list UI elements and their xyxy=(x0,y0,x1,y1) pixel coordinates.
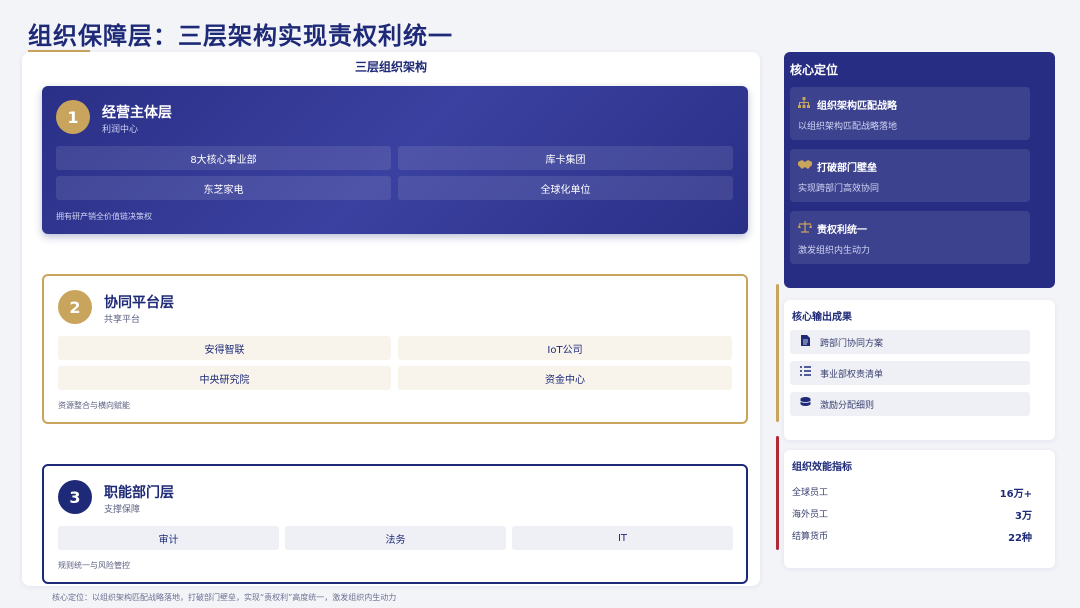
layer-operating: 1 经营主体层 利润中心 8大核心事业部 库卡集团 东芝家电 全球化单位 拥有研… xyxy=(42,86,748,234)
unit-cell: 库卡集团 xyxy=(398,146,733,170)
unit-cell: 审计 xyxy=(58,526,279,550)
output-item: 跨部门协同方案 xyxy=(790,330,1030,354)
coins-icon xyxy=(798,397,812,410)
unit-cell: 资金中心 xyxy=(398,366,732,390)
balance-scale-icon xyxy=(798,221,814,236)
page-title: 组织保障层：三层架构实现责权利统一 xyxy=(28,22,453,50)
metric-label: 结算货币 xyxy=(792,532,829,542)
metric-label: 海外员工 xyxy=(792,510,829,520)
positioning-item-desc: 以组织架构匹配战略落地 xyxy=(798,122,898,132)
layer-functional: 3 职能部门层 支撑保障 审计 法务 IT 规则统一与风险管控 xyxy=(42,464,748,584)
layer-number-badge: 3 xyxy=(58,480,92,514)
positioning-title: 核心定位 xyxy=(790,63,839,77)
layer-name: 协同平台层 xyxy=(104,295,174,311)
metric-value: 16万+ xyxy=(999,489,1032,500)
layer-subtitle: 共享平台 xyxy=(104,315,141,325)
positioning-item-desc: 激发组织内生动力 xyxy=(798,246,871,256)
document-icon xyxy=(798,335,812,349)
output-label: 跨部门协同方案 xyxy=(820,339,884,349)
unit-cell: 全球化单位 xyxy=(398,176,733,200)
handshake-icon xyxy=(798,159,814,173)
unit-cell: IoT公司 xyxy=(398,336,732,360)
outputs-card: 核心输出成果 跨部门协同方案 事业部权责清单 激励分配细则 xyxy=(784,300,1055,440)
unit-cell: 东芝家电 xyxy=(56,176,391,200)
metric-row: 海外员工 3万 xyxy=(792,507,1032,523)
metrics-accent-bar xyxy=(776,436,779,550)
positioning-item-title: 打破部门壁垒 xyxy=(817,163,877,174)
checklist-icon xyxy=(798,366,812,379)
layer-note: 规则统一与风险管控 xyxy=(58,561,130,570)
unit-cell: IT xyxy=(512,526,733,550)
unit-cell: 安得智联 xyxy=(58,336,391,360)
output-item: 激励分配细则 xyxy=(790,392,1030,416)
output-label: 激励分配细则 xyxy=(820,401,875,411)
metrics-card: 组织效能指标 全球员工 16万+ 海外员工 3万 结算货币 22种 xyxy=(784,450,1055,568)
unit-cell: 法务 xyxy=(285,526,506,550)
positioning-card: 核心定位 组织架构匹配战略 以组织架构匹配战略落地 打破部门壁垒 实现跨部门高效… xyxy=(784,52,1055,288)
layer-platform: 2 协同平台层 共享平台 安得智联 IoT公司 中央研究院 资金中心 资源整合与… xyxy=(42,274,748,424)
unit-cell: 中央研究院 xyxy=(58,366,391,390)
layer-name: 经营主体层 xyxy=(102,105,172,121)
positioning-item: 打破部门壁垒 实现跨部门高效协同 xyxy=(790,149,1030,202)
positioning-item: 组织架构匹配战略 以组织架构匹配战略落地 xyxy=(790,87,1030,140)
footer-note: 核心定位：以组织架构匹配战略落地，打破部门壁垒，实现“责权利”高度统一，激发组织… xyxy=(52,593,397,602)
structure-title: 三层组织架构 xyxy=(354,60,427,74)
layer-name: 职能部门层 xyxy=(104,485,174,501)
metric-row: 结算货币 22种 xyxy=(792,529,1032,545)
layer-subtitle: 支撑保障 xyxy=(104,505,141,515)
layer-number-badge: 2 xyxy=(58,290,92,324)
layer-subtitle: 利润中心 xyxy=(102,125,139,135)
structure-card: 三层组织架构 1 经营主体层 利润中心 8大核心事业部 库卡集团 东芝家电 全球… xyxy=(22,52,760,586)
outputs-accent-bar xyxy=(776,284,779,422)
output-label: 事业部权责清单 xyxy=(820,370,884,380)
metric-value: 3万 xyxy=(1015,511,1032,522)
positioning-item-title: 组织架构匹配战略 xyxy=(817,101,897,112)
positioning-item: 责权利统一 激发组织内生动力 xyxy=(790,211,1030,264)
positioning-item-title: 责权利统一 xyxy=(817,225,867,236)
metrics-title: 组织效能指标 xyxy=(792,462,852,473)
metric-row: 全球员工 16万+ xyxy=(792,485,1032,501)
metric-value: 22种 xyxy=(1008,533,1032,544)
metric-label: 全球员工 xyxy=(792,488,829,498)
org-chart-icon xyxy=(798,97,814,111)
outputs-title: 核心输出成果 xyxy=(792,312,852,323)
layer-number-badge: 1 xyxy=(56,100,90,134)
layer-note: 资源整合与横向赋能 xyxy=(58,401,130,410)
unit-cell: 8大核心事业部 xyxy=(56,146,391,170)
positioning-item-desc: 实现跨部门高效协同 xyxy=(798,184,880,194)
layer-note: 拥有研产销全价值链决策权 xyxy=(56,212,152,221)
output-item: 事业部权责清单 xyxy=(790,361,1030,385)
